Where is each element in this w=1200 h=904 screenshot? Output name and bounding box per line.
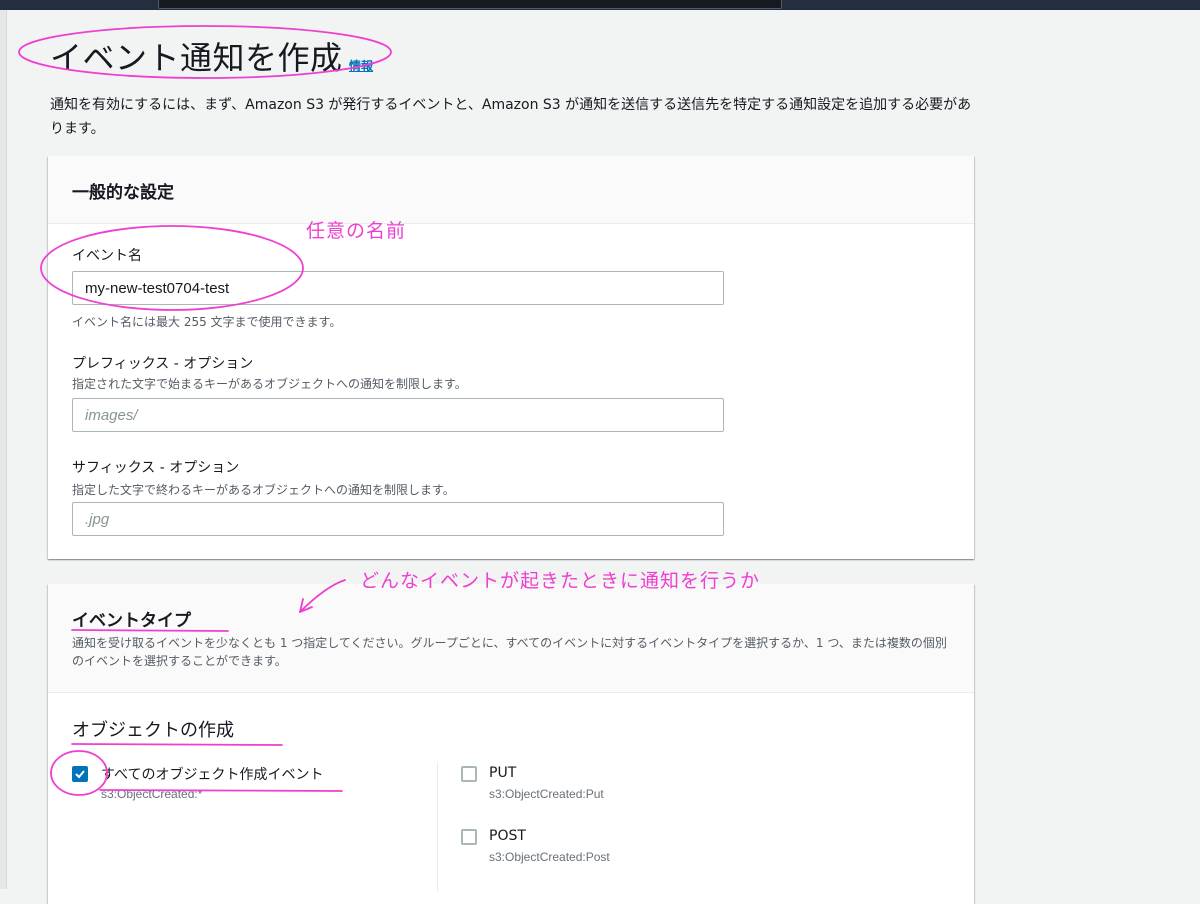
checkmark-icon [75, 770, 85, 779]
info-link[interactable]: 情報 [349, 57, 373, 74]
event-name-label: イベント名 [72, 248, 142, 264]
event-types-heading: イベントタイプ [72, 611, 191, 631]
suffix-label: サフィックス - オプション [72, 460, 240, 476]
prefix-description: 指定された文字で始まるキーがあるオブジェクトへの通知を制限します。 [72, 377, 467, 391]
put-checkbox[interactable] [461, 766, 477, 782]
prefix-label: プレフィックス - オプション [72, 356, 254, 372]
top-search-field[interactable] [158, 0, 782, 9]
event-types-header: イベントタイプ 通知を受け取るイベントを少なくとも 1 つ指定してください。グル… [48, 584, 974, 693]
column-divider [437, 762, 438, 892]
event-name-hint: イベント名には最大 255 文字まで使用できます。 [72, 315, 342, 329]
intro-text: 通知を有効にするには、まず、Amazon S3 が発行するイベントと、Amazo… [50, 97, 972, 137]
object-creation-group-title: オブジェクトの作成 [72, 720, 234, 741]
post-label: POST [489, 828, 526, 844]
event-name-input[interactable] [72, 271, 724, 305]
page-title: イベント通知を作成 [50, 39, 343, 77]
all-object-create-events-label: すべてのオブジェクト作成イベント [101, 767, 324, 783]
post-code: s3:ObjectCreated:Post [489, 850, 610, 864]
suffix-description: 指定した文字で終わるキーがあるオブジェクトへの通知を制限します。 [72, 483, 455, 497]
all-object-create-events-checkbox[interactable] [72, 766, 88, 782]
all-object-create-events-code: s3:ObjectCreated:* [101, 787, 203, 801]
general-settings-header: 一般的な設定 [48, 156, 974, 224]
general-settings-heading: 一般的な設定 [72, 183, 174, 203]
annotation-event-note: どんなイベントが起きたときに通知を行うか [360, 570, 761, 592]
put-label: PUT [489, 765, 517, 781]
event-types-description: 通知を受け取るイベントを少なくとも 1 つ指定してください。グループごとに、すべ… [72, 636, 947, 668]
general-settings-panel: 一般的な設定 イベント名 イベント名には最大 255 文字まで使用できます。 プ… [48, 156, 974, 559]
event-types-panel: イベントタイプ 通知を受け取るイベントを少なくとも 1 つ指定してください。グル… [48, 584, 974, 904]
post-checkbox[interactable] [461, 829, 477, 845]
suffix-input[interactable] [72, 502, 724, 536]
prefix-input[interactable] [72, 398, 724, 432]
top-navigation-bar [0, 0, 1200, 10]
put-code: s3:ObjectCreated:Put [489, 787, 604, 801]
side-navigation-edge [0, 10, 7, 889]
annotation-name-note: 任意の名前 [306, 220, 407, 242]
